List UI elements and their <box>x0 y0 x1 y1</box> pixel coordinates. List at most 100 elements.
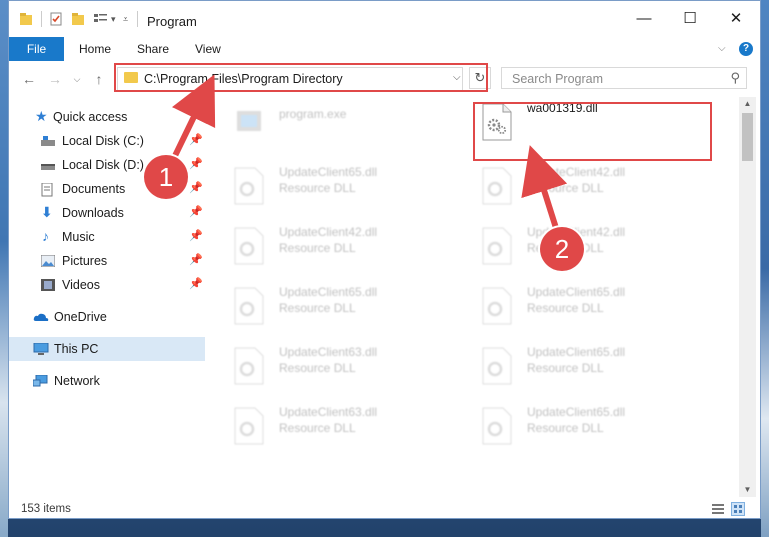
maximize-button[interactable]: ☐ <box>667 1 713 37</box>
file-description: Resource DLL <box>279 241 356 255</box>
pin-icon[interactable]: 📌 <box>189 253 203 266</box>
search-icon[interactable]: ⚲ <box>730 70 740 86</box>
dll-icon <box>481 227 513 265</box>
separator <box>41 11 42 27</box>
file-item[interactable]: UpdateClient42.dll Resource DLL <box>455 161 695 211</box>
downloads-icon: ⬇ <box>41 204 53 220</box>
up-button[interactable]: ↑ <box>89 69 109 89</box>
recent-locations-icon[interactable]: ⌵ <box>67 69 87 89</box>
file-description: Resource DLL <box>279 181 356 195</box>
minimize-button[interactable]: — <box>621 1 667 37</box>
item-count: 153 items <box>21 503 71 515</box>
file-name: UpdateClient42.dll <box>279 225 378 239</box>
dropdown-arrow-icon[interactable]: ▾ <box>111 14 116 25</box>
pin-icon[interactable]: 📌 <box>189 229 203 242</box>
title-bar: ▾ ⩡ Program — ☐ ✕ <box>9 1 760 37</box>
new-folder-icon[interactable] <box>71 12 85 26</box>
pin-icon[interactable]: 📌 <box>189 277 203 290</box>
file-item[interactable]: UpdateClient65.dll Resource DLL <box>455 401 695 451</box>
sidebar-item-music[interactable]: ♪ Music 📌 <box>9 225 205 249</box>
sidebar-item-local-disk-c[interactable]: Local Disk (C:) 📌 <box>9 129 205 153</box>
folder-icon[interactable] <box>19 12 33 26</box>
file-item[interactable]: UpdateClient63.dll Resource DLL <box>207 341 447 391</box>
details-view-icon[interactable] <box>711 502 725 516</box>
tab-file[interactable]: File <box>9 37 64 61</box>
file-item-program-exe[interactable]: program.exe <box>207 97 447 147</box>
file-name: UpdateClient65.dll <box>527 345 626 359</box>
file-item[interactable]: UpdateClient42.dll Resource DLL <box>207 221 447 271</box>
file-description: Resource DLL <box>527 421 604 435</box>
file-description: Resource DLL <box>279 361 356 375</box>
customize-toolbar-icon[interactable]: ⩡ <box>123 14 128 25</box>
pictures-icon <box>40 254 56 268</box>
back-button[interactable]: ← <box>19 69 39 89</box>
help-icon[interactable]: ? <box>739 42 753 56</box>
computer-icon <box>33 342 49 355</box>
desktop-background <box>0 0 8 537</box>
file-name: program.exe <box>279 107 347 121</box>
close-button[interactable]: ✕ <box>713 1 759 37</box>
scroll-down-arrow-icon[interactable]: ▼ <box>739 483 756 497</box>
file-description: Resource DLL <box>527 301 604 315</box>
file-item[interactable]: UpdateClient65.dll Resource DLL <box>455 341 695 391</box>
file-description: Resource DLL <box>527 361 604 375</box>
pin-icon[interactable]: 📌 <box>189 205 203 218</box>
dll-icon <box>233 287 265 325</box>
pin-icon[interactable]: 📌 <box>189 157 203 170</box>
drive-icon <box>41 135 55 147</box>
sidebar-item-label: Network <box>54 374 100 388</box>
tab-home[interactable]: Home <box>79 37 111 61</box>
search-box[interactable]: ⚲ <box>501 67 747 89</box>
sidebar-item-videos[interactable]: Videos 📌 <box>9 273 205 297</box>
file-name: UpdateClient63.dll <box>279 405 378 419</box>
sidebar-item-onedrive[interactable]: OneDrive <box>9 305 205 329</box>
status-bar: 153 items <box>9 499 760 519</box>
sidebar-item-network[interactable]: Network <box>9 369 205 393</box>
sidebar-item-label: Videos <box>62 278 100 292</box>
dll-icon <box>233 407 265 445</box>
file-name: UpdateClient65.dll <box>279 165 378 179</box>
annotation-step-2: 2 <box>540 227 584 271</box>
file-item[interactable]: UpdateClient65.dll Resource DLL <box>455 281 695 331</box>
tiles-view-icon[interactable] <box>731 502 745 516</box>
sidebar-item-quick-access[interactable]: ★ Quick access <box>9 105 205 129</box>
pin-icon[interactable]: 📌 <box>189 133 203 146</box>
file-item[interactable]: UpdateClient65.dll Resource DLL <box>207 161 447 211</box>
sidebar-item-label: Quick access <box>53 110 128 124</box>
dll-icon <box>481 167 513 205</box>
videos-icon <box>41 279 55 291</box>
file-item[interactable]: UpdateClient65.dll Resource DLL <box>207 281 447 331</box>
dll-icon <box>481 407 513 445</box>
tab-view[interactable]: View <box>195 37 221 61</box>
sidebar-item-label: Local Disk (C:) <box>62 134 144 148</box>
vertical-scrollbar[interactable]: ▲ ▼ <box>739 97 756 497</box>
ribbon-tabs: File Home Share View ⌵ ? <box>9 37 760 61</box>
separator <box>137 11 138 27</box>
desktop-background-right <box>761 0 769 537</box>
file-highlight <box>473 102 712 161</box>
tab-share[interactable]: Share <box>137 37 169 61</box>
properties-icon[interactable] <box>49 12 63 26</box>
view-options-icon[interactable] <box>93 12 109 26</box>
sidebar-item-this-pc[interactable]: This PC <box>9 337 205 361</box>
sidebar-item-label: Downloads <box>62 206 124 220</box>
music-icon: ♪ <box>42 228 49 244</box>
forward-button[interactable]: → <box>45 69 65 89</box>
scroll-thumb[interactable] <box>742 113 753 161</box>
scroll-up-arrow-icon[interactable]: ▲ <box>739 97 756 111</box>
onedrive-icon <box>33 311 49 323</box>
file-name: UpdateClient65.dll <box>279 285 378 299</box>
sidebar-item-downloads[interactable]: ⬇ Downloads 📌 <box>9 201 205 225</box>
sidebar-item-label: This PC <box>54 342 99 356</box>
sidebar-item-pictures[interactable]: Pictures 📌 <box>9 249 205 273</box>
file-item[interactable]: UpdateClient63.dll Resource DLL <box>207 401 447 451</box>
dll-icon <box>481 347 513 385</box>
sidebar-item-label: Pictures <box>62 254 108 268</box>
star-icon: ★ <box>35 108 48 124</box>
pin-icon[interactable]: 📌 <box>189 181 203 194</box>
file-description: Resource DLL <box>279 301 356 315</box>
search-input[interactable] <box>510 71 714 87</box>
file-name: UpdateClient42.dll <box>527 165 626 179</box>
drive-icon <box>41 159 55 171</box>
expand-ribbon-icon[interactable]: ⌵ <box>718 43 726 54</box>
